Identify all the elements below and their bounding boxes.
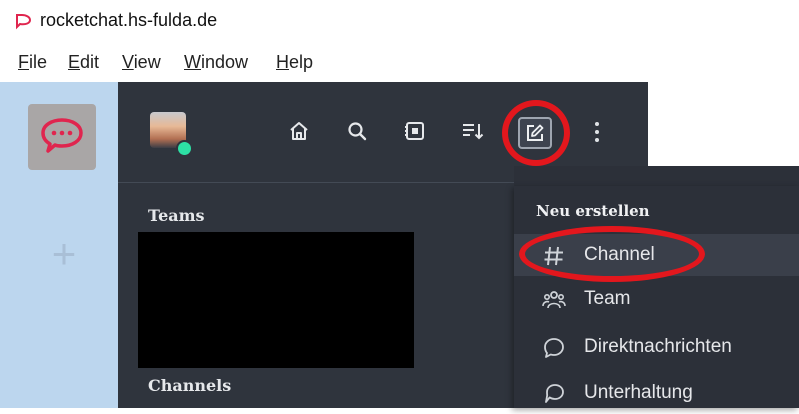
create-menu-item-team[interactable]: Team: [514, 278, 799, 320]
rocketchat-logo-icon: [16, 14, 32, 30]
menu-bar: File Edit View Window Help: [0, 44, 799, 82]
server-button-rocketchat[interactable]: [28, 104, 96, 170]
menu-help[interactable]: Help: [276, 52, 313, 73]
annotation-circle-channel-item: [519, 226, 705, 282]
search-button[interactable]: [344, 118, 370, 144]
create-menu-item-label: Team: [584, 288, 631, 309]
add-server-button[interactable]: +: [46, 233, 82, 275]
window-title: rocketchat.hs-fulda.de: [40, 10, 218, 30]
sort-button[interactable]: [460, 118, 486, 144]
team-icon: [542, 291, 566, 309]
direct-message-icon: [544, 338, 564, 358]
create-menu-item-label: Unterhaltung: [584, 382, 693, 403]
more-options-button[interactable]: [590, 118, 604, 146]
section-label-channels: Channels: [148, 376, 232, 395]
search-icon: [348, 122, 367, 141]
window-titlebar: rocketchat.hs-fulda.de: [0, 0, 799, 44]
discussion-icon: [545, 384, 564, 403]
create-menu-item-label: Direktnachrichten: [584, 336, 732, 357]
sort-icon: [463, 124, 484, 140]
menu-window[interactable]: Window: [184, 52, 248, 73]
menu-view[interactable]: View: [122, 52, 161, 73]
directory-button[interactable]: [402, 118, 428, 144]
status-online-indicator: [176, 140, 193, 157]
rocketchat-logo-icon: [41, 118, 83, 153]
home-icon: [290, 122, 308, 140]
section-label-teams: Teams: [148, 206, 205, 225]
create-menu-top: [514, 166, 799, 188]
directory-icon: [405, 122, 424, 140]
annotation-circle-create-button: [502, 100, 570, 166]
menu-file[interactable]: File: [18, 52, 47, 73]
menu-edit[interactable]: Edit: [68, 52, 99, 73]
redacted-teams-list: [138, 232, 414, 368]
create-menu-title: Neu erstellen: [536, 202, 650, 220]
home-button[interactable]: [286, 118, 312, 144]
create-menu-item-direct-messages[interactable]: Direktnachrichten: [514, 326, 799, 368]
kebab-icon: [595, 122, 599, 126]
